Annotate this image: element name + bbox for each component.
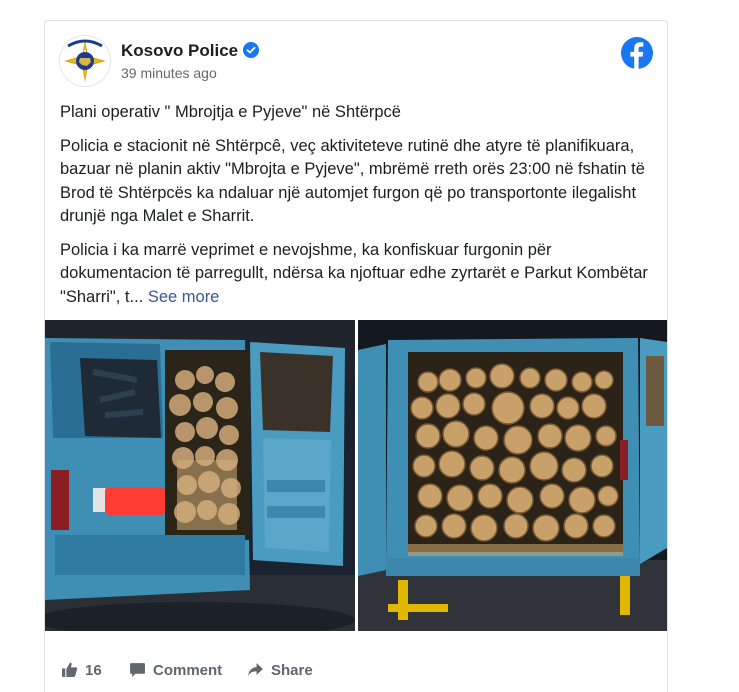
photo-van-side[interactable] [45,320,355,631]
post-body: Plani operativ " Mbrojtja e Pyjeve" në S… [60,101,650,319]
kosovo-police-emblem-icon [61,37,109,85]
van-side-photo [45,320,355,631]
post-paragraph: Policia e stacionit në Shtërpcê, veç akt… [60,136,645,226]
facebook-logo-icon[interactable] [621,37,653,69]
post-timestamp[interactable]: 39 minutes ago [121,65,217,81]
post-paragraph: Policia i ka marrë veprimet e nevojshme,… [60,239,650,310]
post-author-name[interactable]: Kosovo Police [121,41,238,60]
post-card: Kosovo Police 39 minutes ago Plani opera… [44,20,668,692]
comment-button[interactable]: Comment [129,661,222,679]
like-count: 16 [85,662,102,679]
photo-van-rear[interactable] [358,320,667,631]
share-label: Share [271,662,313,679]
avatar[interactable] [59,35,111,87]
see-more-link[interactable]: See more [148,288,220,306]
verified-badge-icon [243,42,260,58]
like-button[interactable]: 16 [61,661,102,679]
post-author[interactable]: Kosovo Police [121,41,260,61]
comment-label: Comment [153,662,223,679]
share-button[interactable]: Share [247,661,313,679]
post-header: Kosovo Police 39 minutes ago [59,35,653,91]
comment-icon [130,663,145,677]
van-rear-photo [358,320,667,631]
share-arrow-icon [248,663,263,676]
photo-grid [45,320,667,631]
thumbs-up-icon [62,662,78,677]
post-title: Plani operativ " Mbrojtja e Pyjeve" në S… [60,103,401,121]
